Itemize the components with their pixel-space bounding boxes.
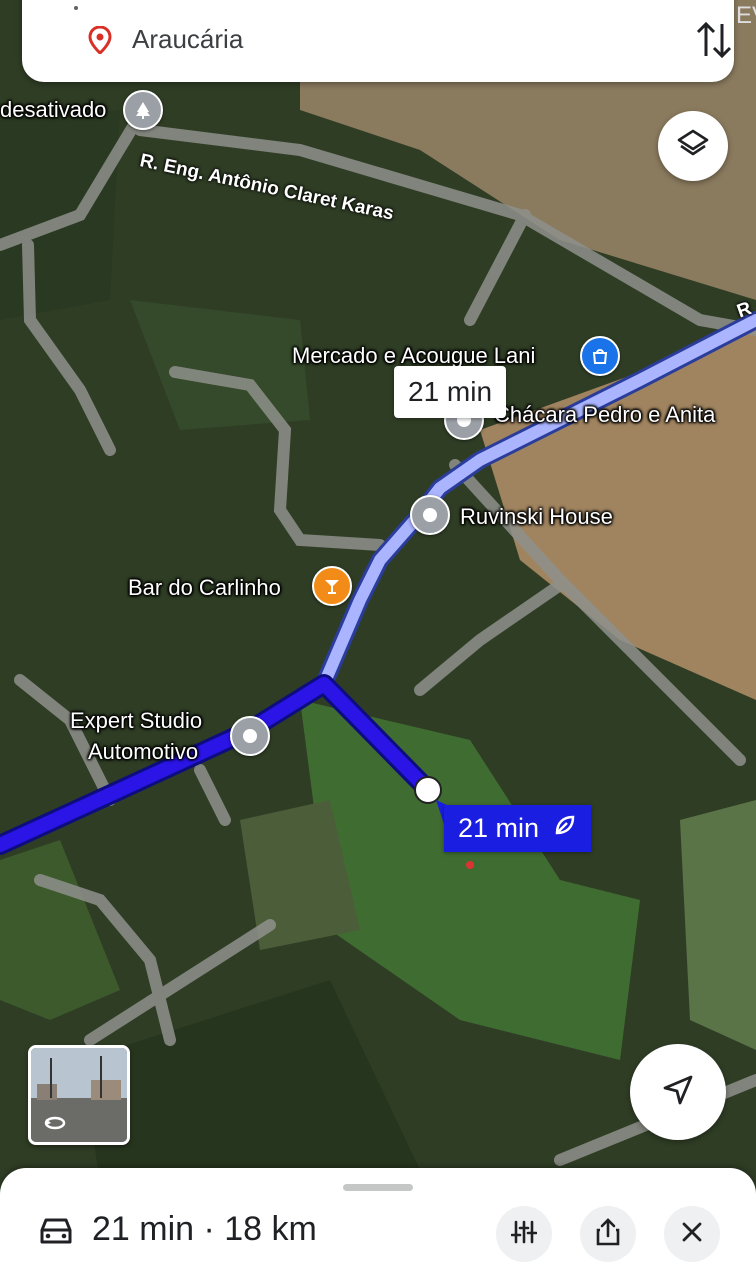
route-summary: 21 min · 18 km (92, 1210, 317, 1248)
edge-partial-text: EV (736, 2, 756, 29)
cocktail-icon[interactable] (312, 566, 352, 606)
place-label-desativado[interactable]: desativado (0, 97, 106, 123)
layers-icon (676, 127, 710, 166)
destination-label[interactable]: Araucária (132, 24, 243, 55)
share-icon (595, 1217, 621, 1251)
place-label-expert-studio[interactable]: Expert Studio (70, 708, 202, 734)
route-dot (74, 6, 78, 10)
rotate-icon (43, 1114, 67, 1137)
park-icon[interactable] (123, 90, 163, 130)
recenter-button[interactable] (630, 1044, 726, 1140)
route-destination-marker (414, 776, 442, 804)
swap-icon[interactable] (694, 18, 734, 62)
main-route-time-bubble[interactable]: 21 min (444, 805, 592, 852)
close-button[interactable] (664, 1206, 720, 1262)
street-view-thumbnail[interactable] (28, 1045, 130, 1145)
destination-card[interactable]: Araucária (22, 0, 734, 82)
route-time: 21 min (458, 813, 540, 843)
route-options-button[interactable] (496, 1206, 552, 1262)
layers-button[interactable] (658, 111, 728, 181)
place-label-automotivo[interactable]: Automotivo (88, 739, 198, 765)
drag-handle[interactable] (343, 1184, 413, 1191)
place-label-ruvinski[interactable]: Ruvinski House (460, 504, 613, 530)
car-icon (38, 1216, 74, 1251)
tune-icon (510, 1219, 538, 1250)
route-summary-sheet[interactable]: 21 min · 18 km (0, 1168, 756, 1280)
place-pin-icon[interactable] (230, 716, 270, 756)
leaf-icon (553, 813, 577, 844)
place-label-bar[interactable]: Bar do Carlinho (128, 575, 281, 601)
recenter-icon (661, 1073, 695, 1112)
close-icon (681, 1221, 703, 1248)
shopping-bag-icon[interactable] (580, 336, 620, 376)
place-pin-icon[interactable] (410, 495, 450, 535)
location-pin-icon (88, 25, 112, 59)
alt-route-time-bubble[interactable]: 21 min (394, 366, 507, 418)
share-button[interactable] (580, 1206, 636, 1262)
place-label-chacara[interactable]: Chácara Pedro e Anita (494, 402, 715, 428)
